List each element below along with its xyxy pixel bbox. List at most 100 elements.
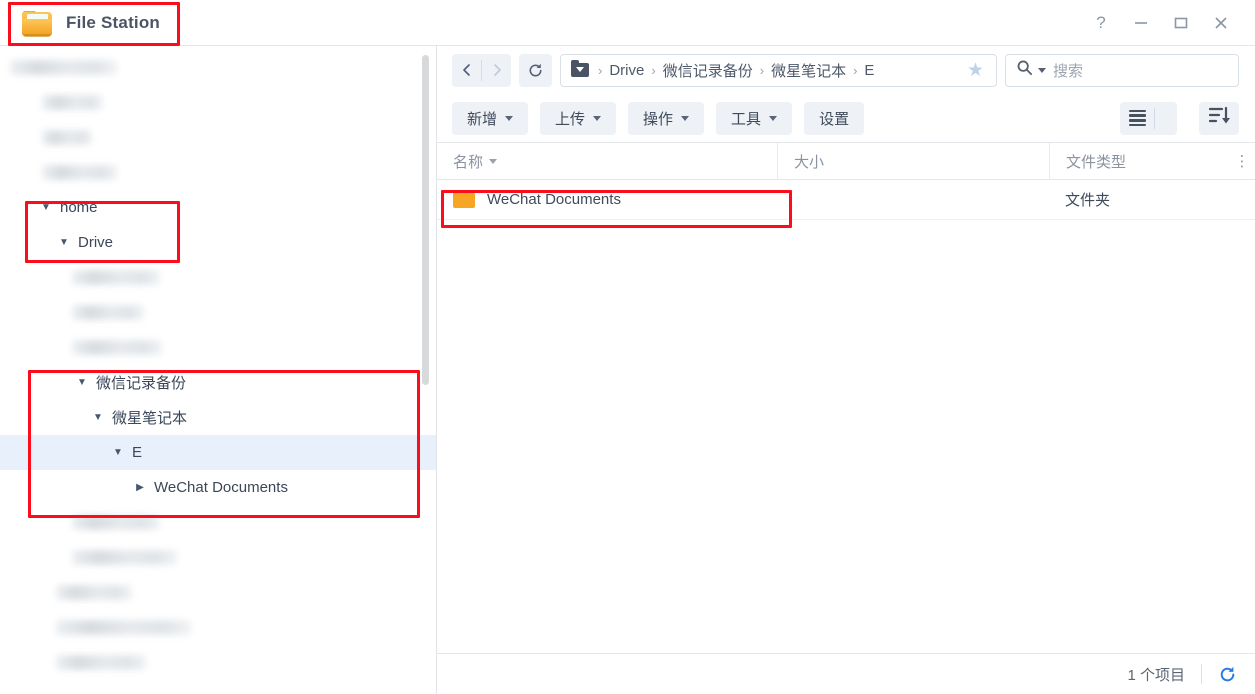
redacted-tree-item[interactable] <box>0 575 436 610</box>
search-filter-chevron-icon[interactable] <box>1038 67 1046 73</box>
list-view-button[interactable] <box>1120 108 1154 129</box>
column-header-type-label: 文件类型 <box>1066 153 1127 171</box>
redacted-tree-item[interactable] <box>0 85 436 120</box>
chevron-right-icon[interactable]: ▶ <box>132 482 148 493</box>
file-browser-pane: › Drive › 微信记录备份 › 微星笔记本 › E ★ 搜索 新增 上传 … <box>437 46 1255 694</box>
tools-button[interactable]: 工具 <box>716 101 793 135</box>
breadcrumb-item-drive[interactable]: Drive <box>609 62 644 79</box>
file-name-cell: WeChat Documents <box>437 191 777 208</box>
view-mode-group <box>1120 101 1177 135</box>
help-button[interactable]: ? <box>1081 3 1121 43</box>
sidebar-item-msi-laptop[interactable]: ▼ 微星笔记本 <box>0 400 436 435</box>
redacted-tree-item[interactable] <box>0 330 436 365</box>
redacted-tree-item[interactable] <box>0 540 436 575</box>
sidebar-item-home[interactable]: ▼ home <box>0 190 436 225</box>
settings-button-label: 设置 <box>819 110 850 128</box>
action-button[interactable]: 操作 <box>628 101 705 135</box>
redacted-tree-item[interactable] <box>0 50 436 85</box>
status-bar: 1 个项目 <box>437 653 1255 694</box>
help-icon: ? <box>1096 13 1106 32</box>
breadcrumb-item-msi-laptop[interactable]: 微星笔记本 <box>771 60 846 81</box>
chevron-down-icon[interactable]: ▼ <box>90 412 106 423</box>
tree-item-label: WeChat Documents <box>154 479 288 496</box>
action-button-label: 操作 <box>643 110 674 128</box>
maximize-button[interactable] <box>1161 3 1201 43</box>
column-header-size-label: 大小 <box>794 153 825 171</box>
new-button[interactable]: 新增 <box>452 101 529 135</box>
tree-item-label: Drive <box>78 234 114 251</box>
close-button[interactable] <box>1201 3 1241 43</box>
redacted-tree-item[interactable] <box>0 295 436 330</box>
folder-dropdown-icon[interactable] <box>571 60 589 77</box>
column-options-menu-icon[interactable]: ⋮ <box>1229 142 1255 180</box>
folder-tree-sidebar: ▼ home ▼ Drive ▼ 微信记录备份 ▼ 微星笔记本 ▼ E ▶ We… <box>0 46 437 694</box>
refresh-button[interactable] <box>519 53 552 87</box>
sidebar-item-wechat-backup[interactable]: ▼ 微信记录备份 <box>0 365 436 400</box>
minimize-button[interactable] <box>1121 3 1161 43</box>
file-type-cell: 文件夹 <box>1065 192 1111 209</box>
redacted-tree-item[interactable] <box>0 610 436 645</box>
redacted-tree-item[interactable] <box>0 505 436 540</box>
window-body: ▼ home ▼ Drive ▼ 微信记录备份 ▼ 微星笔记本 ▼ E ▶ We… <box>0 46 1255 694</box>
status-divider <box>1201 664 1202 684</box>
chevron-down-icon[interactable]: ▼ <box>110 447 126 458</box>
redacted-tree-item[interactable] <box>0 645 436 680</box>
back-button[interactable] <box>452 54 481 87</box>
breadcrumb-bar[interactable]: › Drive › 微信记录备份 › 微星笔记本 › E ★ <box>560 53 997 87</box>
sort-order-button[interactable] <box>1199 101 1239 135</box>
list-view-icon <box>1128 108 1146 129</box>
chevron-down-icon[interactable]: ▼ <box>56 237 72 248</box>
breadcrumb-item-e[interactable]: E <box>864 62 874 79</box>
favorite-star-icon[interactable]: ★ <box>959 59 992 82</box>
settings-button[interactable]: 设置 <box>804 101 865 135</box>
tree-item-label: E <box>132 444 143 461</box>
file-list: WeChat Documents 文件夹 <box>437 180 1255 653</box>
column-header-name[interactable]: 名称 <box>437 142 777 180</box>
chevron-down-icon[interactable]: ▼ <box>38 202 54 213</box>
breadcrumb-separator: › <box>853 62 858 78</box>
redacted-tree-item[interactable] <box>0 155 436 190</box>
chevron-down-icon[interactable]: ▼ <box>74 377 90 388</box>
status-refresh-button[interactable] <box>1218 665 1237 684</box>
sort-descending-icon <box>1208 106 1230 130</box>
tree-item-label: 微信记录备份 <box>96 375 187 392</box>
folder-icon <box>453 191 475 208</box>
action-toolbar: 新增 上传 操作 工具 设置 <box>437 94 1255 142</box>
maximize-icon <box>1172 14 1190 32</box>
tree-item-label: 微星笔记本 <box>112 410 188 427</box>
breadcrumb-separator: › <box>598 62 603 78</box>
breadcrumb-separator: › <box>651 62 656 78</box>
table-row[interactable]: WeChat Documents 文件夹 <box>437 180 1255 220</box>
nav-history-group <box>452 53 511 87</box>
chevron-down-icon <box>681 115 690 121</box>
file-table-header: 名称 大小 文件类型 ⋮ <box>437 142 1255 180</box>
redacted-tree-item[interactable] <box>0 260 436 295</box>
new-button-label: 新增 <box>467 110 498 128</box>
breadcrumb-item-wechat-backup[interactable]: 微信记录备份 <box>663 60 753 81</box>
search-box[interactable]: 搜索 <box>1005 53 1239 87</box>
chevron-down-icon <box>593 115 602 121</box>
column-header-size[interactable]: 大小 <box>777 142 1049 180</box>
sidebar-item-wechat-documents[interactable]: ▶ WeChat Documents <box>0 470 436 505</box>
column-header-type[interactable]: 文件类型 <box>1049 142 1229 180</box>
file-station-window: File Station ? ▼ home ▼ Drive ▼ 微信记录备份 ▼… <box>0 0 1255 694</box>
app-identity: File Station <box>22 5 160 41</box>
sidebar-scrollbar-thumb[interactable] <box>422 55 429 385</box>
search-placeholder: 搜索 <box>1053 62 1084 80</box>
sidebar-item-drive[interactable]: ▼ Drive <box>0 225 436 260</box>
upload-button[interactable]: 上传 <box>540 101 617 135</box>
breadcrumb-separator: › <box>759 62 765 78</box>
redacted-tree-item[interactable] <box>0 120 436 155</box>
window-title: File Station <box>66 13 161 32</box>
upload-button-label: 上传 <box>555 110 586 128</box>
item-count-label: 1 个项目 <box>1127 666 1185 684</box>
view-divider <box>1154 107 1155 129</box>
file-name-label: WeChat Documents <box>487 191 621 208</box>
tree-item-label: home <box>60 199 98 216</box>
forward-button[interactable] <box>482 54 511 87</box>
breadcrumb: › Drive › 微信记录备份 › 微星笔记本 › E <box>591 60 959 81</box>
tools-button-label: 工具 <box>731 110 762 128</box>
title-bar: File Station ? <box>0 0 1255 46</box>
sort-arrow-icon <box>489 158 498 164</box>
sidebar-item-e[interactable]: ▼ E <box>0 435 436 470</box>
